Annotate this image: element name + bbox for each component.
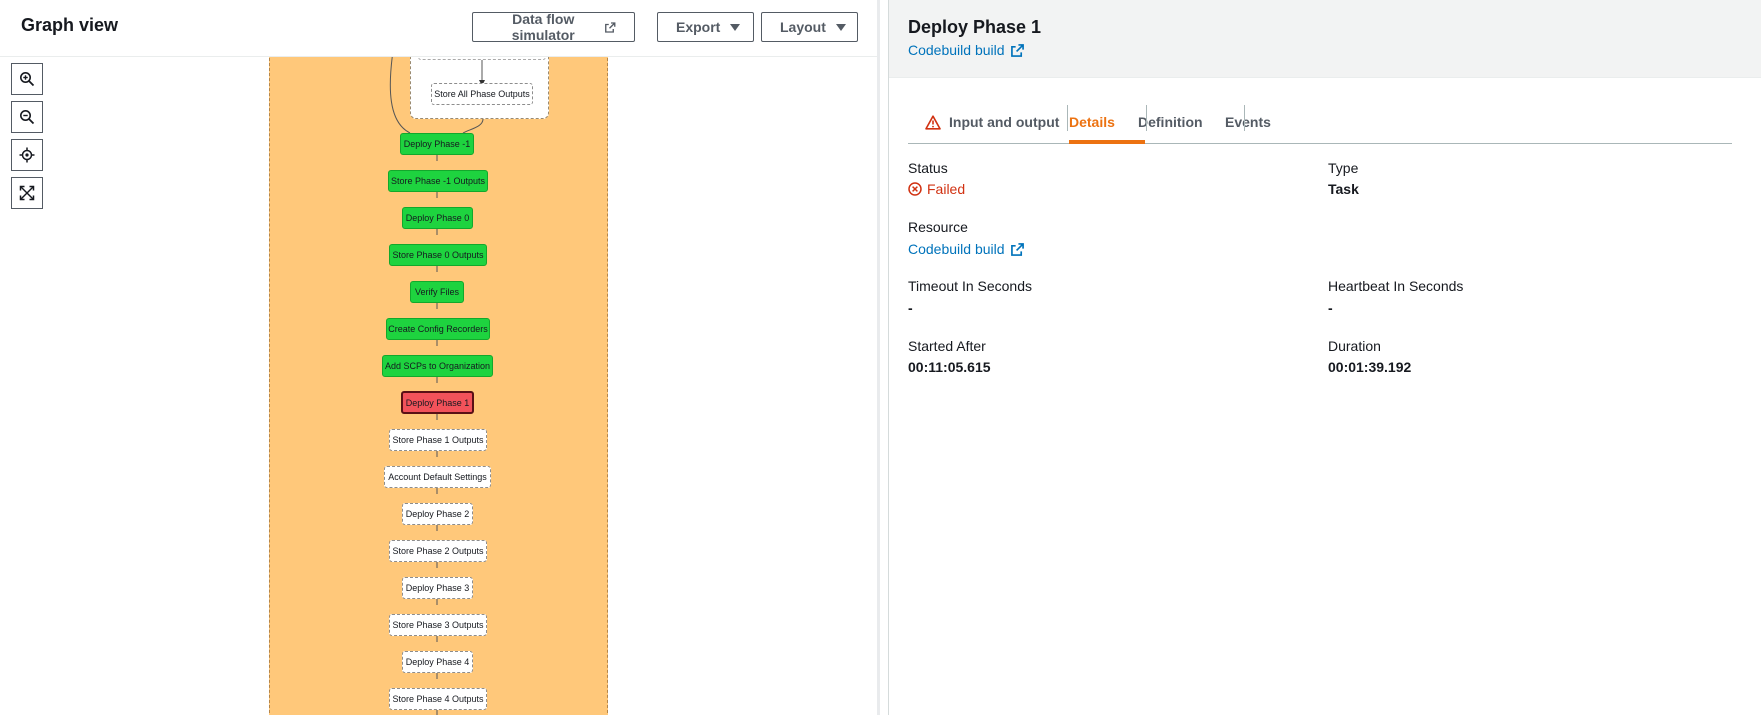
graph-view-pane: Graph view Data flow simulator Export La… <box>0 0 877 715</box>
resource-label: Resource <box>908 219 968 235</box>
graph-node[interactable]: Store Phase 2 Outputs <box>389 540 487 562</box>
fit-to-screen-button[interactable] <box>11 177 43 209</box>
tab-events-label: Events <box>1225 114 1271 130</box>
caret-down-icon <box>835 23 846 31</box>
state-title: Deploy Phase 1 <box>908 17 1042 37</box>
status-value: Failed <box>927 181 966 197</box>
graph-canvas[interactable]: Store All Phase Outputs Deploy Phase -1 … <box>0 57 877 715</box>
tab-input-and-output-label: Input and output <box>949 114 1060 130</box>
duration-value: 00:01:39.192 <box>1328 359 1412 375</box>
warning-icon <box>925 114 941 130</box>
details-tabs: Input and output Details Definition Even… <box>908 100 1732 144</box>
codebuild-build-link-label: Codebuild build <box>908 42 1005 58</box>
tab-details[interactable]: Details <box>1052 100 1132 144</box>
zoom-in-button[interactable] <box>11 63 43 95</box>
active-tab-indicator <box>1069 140 1145 144</box>
pane-splitter-handle[interactable] <box>877 0 880 715</box>
graph-node[interactable]: Add SCPs to Organization <box>382 355 493 377</box>
zoom-out-icon <box>20 110 35 125</box>
started-after-value: 00:11:05.615 <box>908 359 991 375</box>
tab-details-label: Details <box>1069 114 1115 130</box>
export-button[interactable]: Export <box>657 12 754 42</box>
heartbeat-label: Heartbeat In Seconds <box>1328 278 1464 294</box>
graph-node[interactable]: Account Default Settings <box>384 466 491 488</box>
graph-node-selected[interactable]: Deploy Phase 1 <box>401 391 474 414</box>
graph-node[interactable]: Store Phase 4 Outputs <box>389 688 487 710</box>
type-value: Task <box>1328 181 1359 197</box>
timeout-label: Timeout In Seconds <box>908 278 1032 294</box>
zoom-out-button[interactable] <box>11 101 43 133</box>
details-header: Deploy Phase 1 Codebuild build <box>889 0 1761 78</box>
tab-separator <box>1244 105 1245 131</box>
caret-down-icon <box>730 23 741 31</box>
timeout-value: - <box>908 300 913 316</box>
layout-button[interactable]: Layout <box>761 12 858 42</box>
resource-link[interactable]: Codebuild build <box>908 241 1024 257</box>
inner-branch-node-partial <box>418 57 546 60</box>
data-flow-simulator-button[interactable]: Data flow simulator <box>472 11 635 43</box>
external-link-icon <box>1010 43 1024 57</box>
center-graph-button[interactable] <box>11 139 43 171</box>
expand-icon <box>19 185 35 201</box>
graph-node[interactable]: Store Phase 3 Outputs <box>389 614 487 636</box>
details-pane: Deploy Phase 1 Codebuild build Input and… <box>889 0 1761 715</box>
status-badge: Failed <box>908 181 965 197</box>
graph-title: Graph view <box>21 15 119 35</box>
type-label: Type <box>1328 160 1359 176</box>
tab-definition-label: Definition <box>1138 114 1203 130</box>
graph-node[interactable]: Deploy Phase 2 <box>402 503 473 525</box>
graph-node[interactable]: Verify Files <box>410 281 464 303</box>
tab-separator <box>1146 105 1147 131</box>
graph-node[interactable]: Deploy Phase 0 <box>402 207 473 229</box>
error-circle-icon <box>908 182 922 196</box>
graph-node[interactable]: Create Config Recorders <box>386 318 490 340</box>
resource-link-label: Codebuild build <box>908 241 1005 257</box>
graph-node[interactable]: Deploy Phase 4 <box>402 651 473 673</box>
data-flow-simulator-label: Data flow simulator <box>511 11 575 43</box>
graph-header: Graph view Data flow simulator Export La… <box>0 0 877 57</box>
graph-node[interactable]: Store Phase 0 Outputs <box>389 244 487 266</box>
duration-label: Duration <box>1328 338 1381 354</box>
external-link-icon <box>605 21 616 33</box>
graph-node[interactable]: Deploy Phase -1 <box>400 133 474 155</box>
crosshair-icon <box>19 147 35 163</box>
layout-label: Layout <box>780 19 826 35</box>
started-after-label: Started After <box>908 338 986 354</box>
graph-node[interactable]: Store Phase -1 Outputs <box>388 170 488 192</box>
external-link-icon <box>1010 242 1024 256</box>
graph-node[interactable]: Store Phase 1 Outputs <box>389 429 487 451</box>
status-label: Status <box>908 160 948 176</box>
codebuild-build-link[interactable]: Codebuild build <box>908 42 1024 58</box>
graph-node[interactable]: Store All Phase Outputs <box>431 83 533 105</box>
export-label: Export <box>676 19 721 35</box>
tab-definition[interactable]: Definition <box>1121 100 1220 144</box>
tab-separator <box>1067 105 1068 131</box>
heartbeat-value: - <box>1328 300 1333 316</box>
tab-events[interactable]: Events <box>1208 100 1288 144</box>
graph-node[interactable]: Deploy Phase 3 <box>402 577 473 599</box>
zoom-in-icon <box>20 72 35 87</box>
